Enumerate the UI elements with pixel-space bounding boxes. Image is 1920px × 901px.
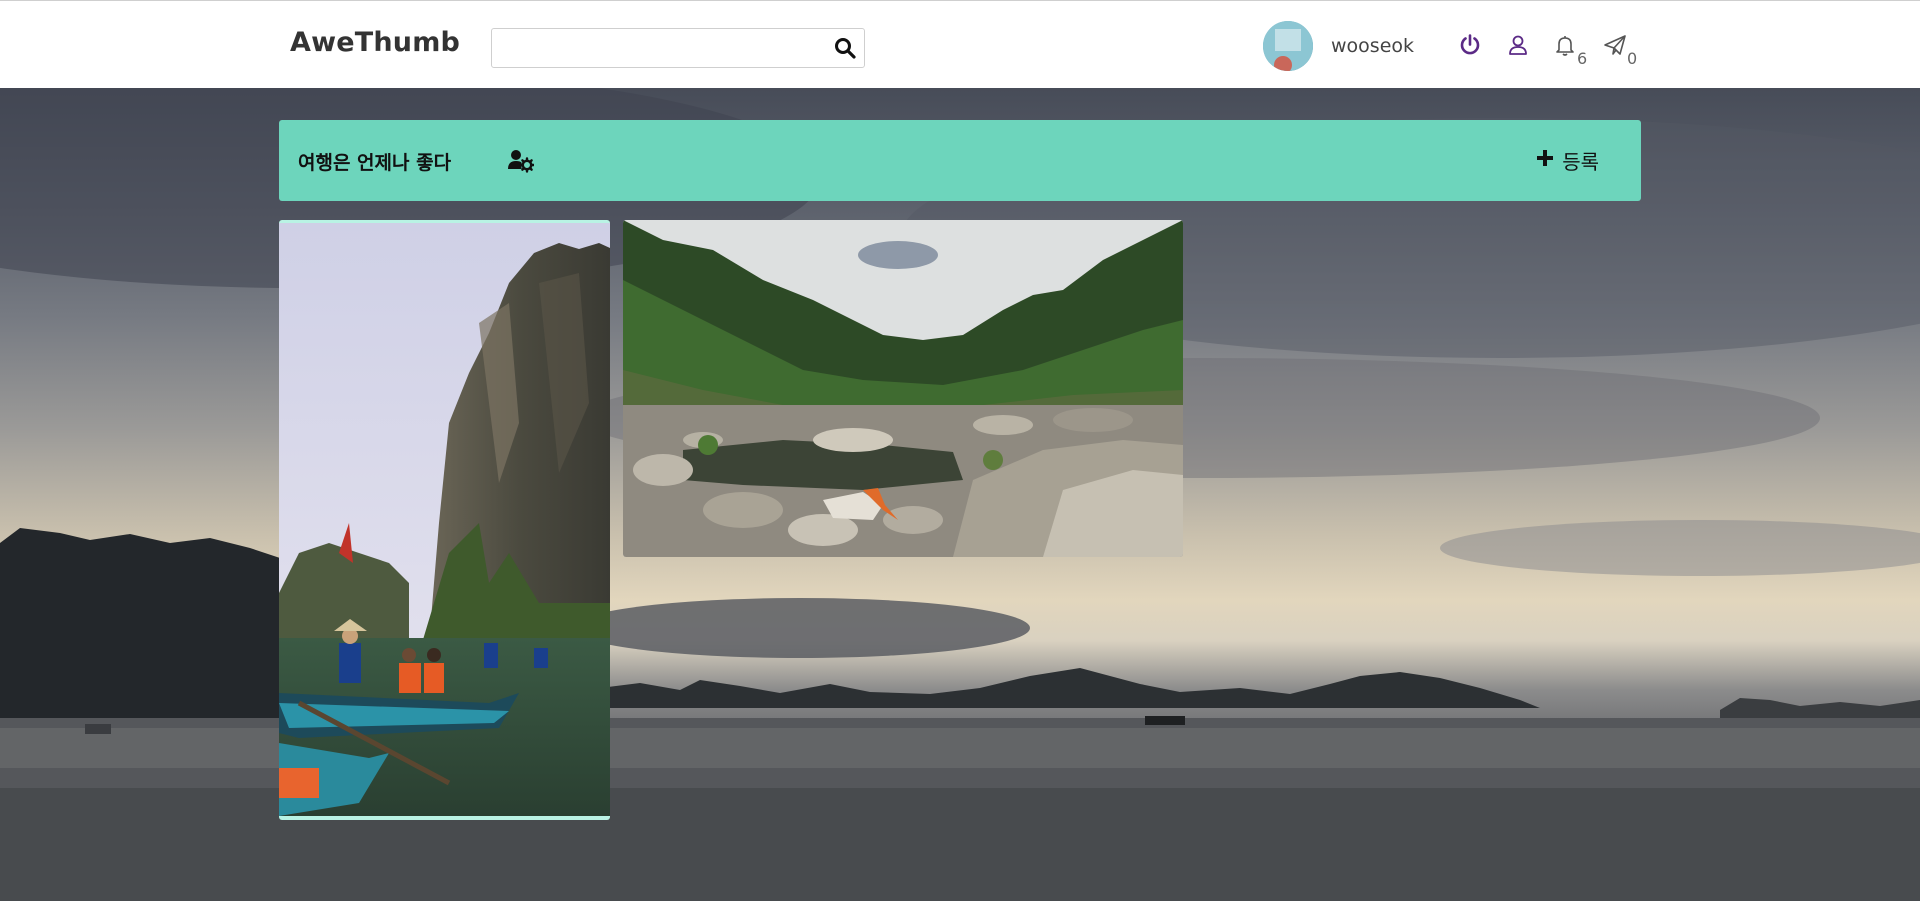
post-card-limestone-cliff[interactable] (279, 220, 610, 820)
search-input[interactable] (500, 35, 824, 63)
post-card-river-valley[interactable] (623, 220, 1183, 557)
add-post-label: 등록 (1562, 149, 1599, 174)
power-icon[interactable] (1458, 33, 1482, 57)
top-navbar: AweThumb wooseok 6 0 (0, 0, 1920, 88)
app-logo[interactable]: AweThumb (290, 27, 460, 58)
paper-plane-icon[interactable] (1603, 33, 1627, 57)
board-header: 여행은 언제나 좋다 등록 (279, 120, 1641, 201)
bell-icon[interactable] (1553, 33, 1577, 57)
limestone-cliff-boats-photo (279, 223, 610, 816)
add-post-button[interactable]: 등록 (1536, 145, 1599, 175)
board-title: 여행은 언제나 좋다 (298, 152, 452, 174)
search-icon[interactable] (834, 37, 856, 59)
user-gear-icon[interactable] (508, 149, 535, 173)
rocky-river-valley-photo (623, 220, 1183, 557)
avatar[interactable] (1263, 21, 1313, 71)
search-box (491, 28, 865, 68)
notification-count: 6 (1577, 49, 1588, 68)
username[interactable]: wooseok (1331, 35, 1414, 57)
message-count: 0 (1627, 49, 1638, 68)
plus-icon (1536, 148, 1554, 172)
user-icon[interactable] (1506, 33, 1530, 57)
